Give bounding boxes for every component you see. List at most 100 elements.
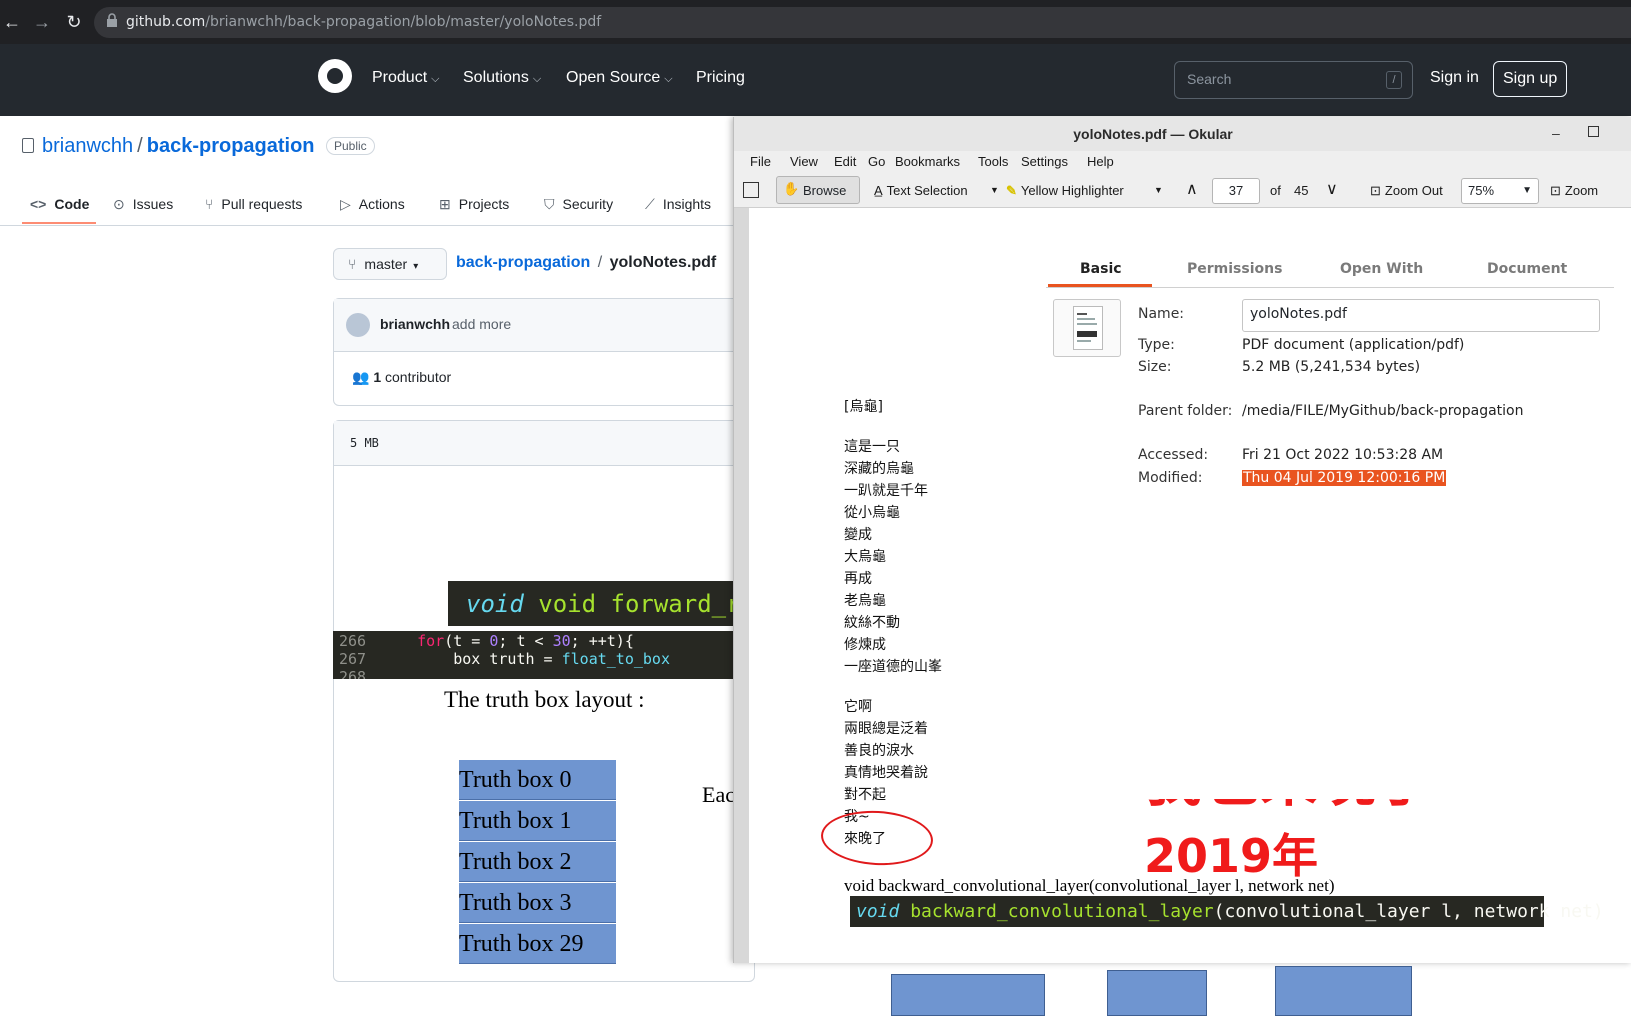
maximize-icon[interactable] — [1588, 126, 1599, 137]
tab-projects[interactable]: ⊞ Projects — [439, 196, 509, 213]
nav-pricing[interactable]: Pricing — [696, 69, 745, 87]
forward-arrow-icon[interactable]: → — [30, 10, 54, 34]
menu-tools[interactable]: Tools — [978, 154, 1008, 169]
menu-view[interactable]: View — [790, 154, 818, 169]
avatar[interactable] — [346, 313, 370, 337]
repo-owner-link[interactable]: brianwchh — [42, 135, 133, 157]
annotation-dropdown-arrow-icon[interactable]: ▼ — [990, 185, 999, 195]
poem-line: 修煉成 — [844, 637, 886, 653]
visibility-badge: Public — [326, 137, 375, 155]
menu-settings[interactable]: Settings — [1021, 154, 1068, 169]
poem-gap — [844, 418, 942, 436]
truth-layout-label: The truth box layout : — [444, 687, 645, 712]
accessed-value: Fri 21 Oct 2022 10:53:28 AM — [1242, 447, 1444, 463]
parent-folder-label: Parent folder: — [1138, 403, 1233, 419]
browse-tool-button[interactable]: ✋ Browse — [776, 176, 860, 204]
tab-issues[interactable]: ⊙ Issues — [113, 196, 173, 213]
nav-product[interactable]: Product ⌵ — [372, 69, 439, 87]
chevron-down-icon: ⌵ — [431, 73, 440, 85]
reload-icon[interactable]: ↻ — [62, 10, 86, 34]
github-header: Product ⌵ Solutions ⌵ Open Source ⌵ Pricing… — [0, 44, 1631, 116]
page-number-input[interactable]: 37 — [1212, 178, 1260, 204]
search-input[interactable]: Search / — [1174, 61, 1413, 99]
sidebar-edge — [734, 208, 749, 963]
zoom-level-select[interactable]: 75% ▼ — [1461, 178, 1539, 204]
tab-open-with[interactable]: Open With — [1340, 261, 1423, 277]
menu-help[interactable]: Help — [1087, 154, 1114, 169]
truth-box: Truth box 29 — [459, 924, 616, 964]
yellow-highlighter-tool[interactable]: ✎ Yellow Highlighter — [1006, 183, 1124, 199]
menu-go[interactable]: Go — [868, 154, 885, 169]
breadcrumb-file: yoloNotes.pdf — [609, 254, 717, 271]
highlighter-dropdown-arrow-icon[interactable]: ▼ — [1154, 185, 1163, 195]
zoom-out-button[interactable]: ⊡ Zoom Out — [1370, 183, 1443, 199]
sidebar-toggle-icon[interactable] — [743, 182, 759, 198]
poem-line: 對不起 — [844, 787, 886, 803]
pdf-body-text: void backward_convolutional_layer(convol… — [844, 876, 1335, 895]
contributors-link[interactable]: 👥 1 contributor — [352, 369, 451, 386]
file-name-field[interactable]: yoloNotes.pdf — [1242, 299, 1600, 332]
diagram-box — [1275, 966, 1412, 1016]
nav-solutions[interactable]: Solutions ⌵ — [463, 69, 541, 87]
menu-file[interactable]: File — [750, 154, 771, 169]
type-label: Type: — [1138, 337, 1175, 353]
minimize-icon[interactable]: – — [1552, 125, 1560, 141]
accessed-label: Accessed: — [1138, 447, 1209, 463]
poem-line: 從小烏龜 — [844, 505, 900, 521]
tab-pull-requests[interactable]: ⑂ Pull requests — [205, 196, 302, 212]
next-page-icon[interactable]: ∨ — [1326, 179, 1338, 199]
zoom-out-icon: ⊡ — [1370, 183, 1381, 198]
menu-edit[interactable]: Edit — [834, 154, 856, 169]
line-number: 267 — [339, 650, 367, 668]
commit-author-link[interactable]: brianwchh — [380, 316, 450, 332]
nav-open-source[interactable]: Open Source ⌵ — [566, 69, 673, 87]
zoom-in-label: Zoom — [1564, 183, 1599, 198]
github-logo-icon[interactable] — [318, 59, 352, 93]
tab-actions[interactable]: ▷ Actions — [340, 196, 405, 213]
poem-line: 一趴就是千年 — [844, 483, 928, 499]
commit-box: brianwchh add more 👥 1 contributor — [333, 298, 755, 406]
menu-bookmarks[interactable]: Bookmarks — [895, 154, 960, 169]
branch-selector-button[interactable]: ⑂ master ▾ — [333, 248, 447, 280]
chevron-down-icon: ▼ — [1522, 185, 1532, 196]
tab-permissions[interactable]: Permissions — [1187, 261, 1282, 277]
pdf-code-snippet: 266 for(t = 0; t < 30; ++t){ 267 box tru… — [333, 631, 753, 679]
poem-line: 善良的淚水 — [844, 743, 914, 759]
chevron-down-icon: ⌵ — [664, 73, 673, 85]
highlighter-icon: ✎ — [1006, 183, 1017, 198]
truth-box: Truth box 0 — [459, 760, 616, 800]
zoom-in-button[interactable]: ⊡ Zoom — [1550, 183, 1598, 199]
okular-titlebar[interactable]: yoloNotes.pdf — Okular – — [734, 117, 1631, 151]
tab-basic[interactable]: Basic — [1080, 261, 1122, 277]
people-icon: 👥 — [352, 369, 370, 385]
pdf-code-snippet-large: void void forward_regio — [448, 581, 798, 626]
sign-in-link[interactable]: Sign in — [1430, 69, 1479, 87]
back-arrow-icon[interactable]: ← — [0, 10, 24, 34]
sign-up-button[interactable]: Sign up — [1493, 61, 1568, 97]
poem-line: 再成 — [844, 571, 872, 587]
name-label: Name: — [1138, 306, 1185, 322]
nav-open-source-label: Open Source — [566, 69, 661, 86]
text-cursor-icon: A̲ — [874, 183, 883, 198]
tab-insights[interactable]: ⟋ Insights — [645, 196, 711, 213]
address-bar[interactable]: github.com/brianwchh/back-propagation/bl… — [94, 7, 1631, 38]
poem-line: 紋絲不動 — [844, 615, 900, 631]
poem-line: [烏龜] — [844, 399, 883, 415]
tab-document[interactable]: Document — [1487, 261, 1567, 277]
tab-security[interactable]: ⛉ Security — [544, 196, 613, 213]
url-path: /brianwchh/back-propagation/blob/master/… — [205, 14, 602, 30]
repo-name-link[interactable]: back-propagation — [147, 135, 315, 157]
commit-message-link[interactable]: add more — [452, 316, 511, 332]
tab-code[interactable]: <> Code — [30, 196, 89, 212]
code-line: for(t = 0; t < 30; ++t){ — [381, 632, 634, 650]
tab-actions-label: Actions — [358, 196, 405, 212]
previous-page-icon[interactable]: ∧ — [1186, 179, 1198, 199]
breadcrumb-repo-link[interactable]: back-propagation — [456, 254, 590, 271]
properties-tabs: Basic Permissions Open With Document — [1046, 249, 1614, 288]
text-selection-tool[interactable]: A̲ Text Selection — [874, 183, 968, 198]
truth-box: Truth box 1 — [459, 801, 616, 841]
pdf-file-icon[interactable] — [1053, 299, 1121, 357]
play-icon: ▷ — [340, 196, 351, 212]
zoom-in-icon: ⊡ — [1550, 183, 1561, 198]
repo-icon — [22, 138, 34, 153]
